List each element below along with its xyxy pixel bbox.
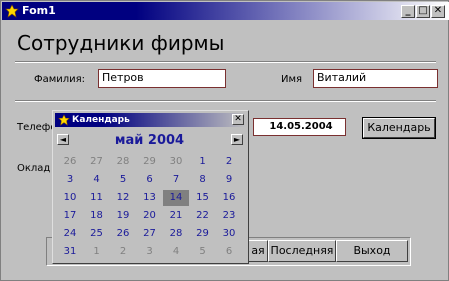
calendar-day[interactable]: 6 xyxy=(216,244,242,260)
maximize-button[interactable]: □ xyxy=(416,5,430,18)
calendar-day[interactable]: 26 xyxy=(110,226,136,242)
calendar-popup: Календарь ✕ ◄ май 2004 ► 26 27 28 29 30 1 2 3 4 5… xyxy=(52,110,249,264)
calendar-day[interactable]: 1 xyxy=(190,154,216,170)
calendar-grid: 26 27 28 29 30 1 2 3 4 5 6 7 8 9 10 11 12 13 14 15 16 17 18 19 2… xyxy=(57,154,245,262)
calendar-day[interactable]: 5 xyxy=(110,172,136,188)
calendar-day[interactable]: 1 xyxy=(84,244,110,260)
calendar-day[interactable]: 2 xyxy=(216,154,242,170)
surname-field[interactable]: Петров xyxy=(98,69,226,88)
calendar-day[interactable]: 21 xyxy=(163,208,189,224)
page-title: Сотрудники фирмы xyxy=(17,31,225,55)
calendar-day[interactable]: 17 xyxy=(57,208,83,224)
calendar-title: Календарь xyxy=(72,115,130,125)
calendar-day[interactable]: 22 xyxy=(190,208,216,224)
calendar-day[interactable]: 15 xyxy=(190,190,216,206)
calendar-day[interactable]: 13 xyxy=(137,190,163,206)
first-button[interactable]: ая xyxy=(248,240,268,262)
app-icon xyxy=(5,4,19,18)
next-month-button[interactable]: ► xyxy=(231,134,243,145)
calendar-day[interactable]: 23 xyxy=(216,208,242,224)
calendar-day[interactable]: 7 xyxy=(163,172,189,188)
calendar-day[interactable]: 30 xyxy=(163,154,189,170)
calendar-day[interactable]: 31 xyxy=(57,244,83,260)
name-field[interactable]: Виталий xyxy=(313,69,438,88)
calendar-day[interactable]: 10 xyxy=(57,190,83,206)
calendar-day[interactable]: 19 xyxy=(110,208,136,224)
calendar-button[interactable]: Календарь xyxy=(362,117,436,139)
minimize-button[interactable]: _ xyxy=(401,5,415,18)
calendar-day[interactable]: 18 xyxy=(84,208,110,224)
calendar-day[interactable]: 5 xyxy=(190,244,216,260)
calendar-day[interactable]: 26 xyxy=(57,154,83,170)
calendar-day[interactable]: 24 xyxy=(57,226,83,242)
calendar-day[interactable]: 29 xyxy=(190,226,216,242)
calendar-day[interactable]: 3 xyxy=(137,244,163,260)
close-button[interactable]: ✕ xyxy=(431,5,445,18)
calendar-day[interactable]: 28 xyxy=(163,226,189,242)
calendar-day[interactable]: 16 xyxy=(216,190,242,206)
calendar-day[interactable]: 11 xyxy=(84,190,110,206)
calendar-day[interactable]: 4 xyxy=(163,244,189,260)
date-field[interactable]: 14.05.2004 xyxy=(253,118,346,136)
name-label: Имя xyxy=(281,74,303,85)
exit-button[interactable]: Выход xyxy=(336,240,408,262)
window-title: Fom1 xyxy=(22,4,56,17)
calendar-day[interactable]: 28 xyxy=(110,154,136,170)
calendar-day[interactable]: 8 xyxy=(190,172,216,188)
calendar-day[interactable]: 20 xyxy=(137,208,163,224)
title-bar: Fom1 _ □ ✕ xyxy=(2,2,449,20)
calendar-day[interactable]: 25 xyxy=(84,226,110,242)
divider xyxy=(15,61,436,63)
divider xyxy=(15,100,436,102)
calendar-day[interactable]: 4 xyxy=(84,172,110,188)
app-icon xyxy=(58,114,70,126)
calendar-day[interactable]: 29 xyxy=(137,154,163,170)
calendar-day[interactable]: 3 xyxy=(57,172,83,188)
last-button[interactable]: Последняя xyxy=(268,240,336,262)
calendar-close-button[interactable]: ✕ xyxy=(232,114,244,125)
salary-label: Оклад xyxy=(17,163,51,174)
calendar-day[interactable]: 27 xyxy=(137,226,163,242)
calendar-day[interactable]: 27 xyxy=(84,154,110,170)
calendar-day[interactable]: 12 xyxy=(110,190,136,206)
surname-label: Фамилия: xyxy=(34,74,86,85)
calendar-day-selected[interactable]: 14 xyxy=(163,190,189,206)
calendar-day[interactable]: 9 xyxy=(216,172,242,188)
calendar-title-bar: Календарь xyxy=(55,113,246,127)
calendar-day[interactable]: 30 xyxy=(216,226,242,242)
month-label: май 2004 xyxy=(114,133,185,148)
calendar-day[interactable]: 2 xyxy=(110,244,136,260)
calendar-day[interactable]: 6 xyxy=(137,172,163,188)
